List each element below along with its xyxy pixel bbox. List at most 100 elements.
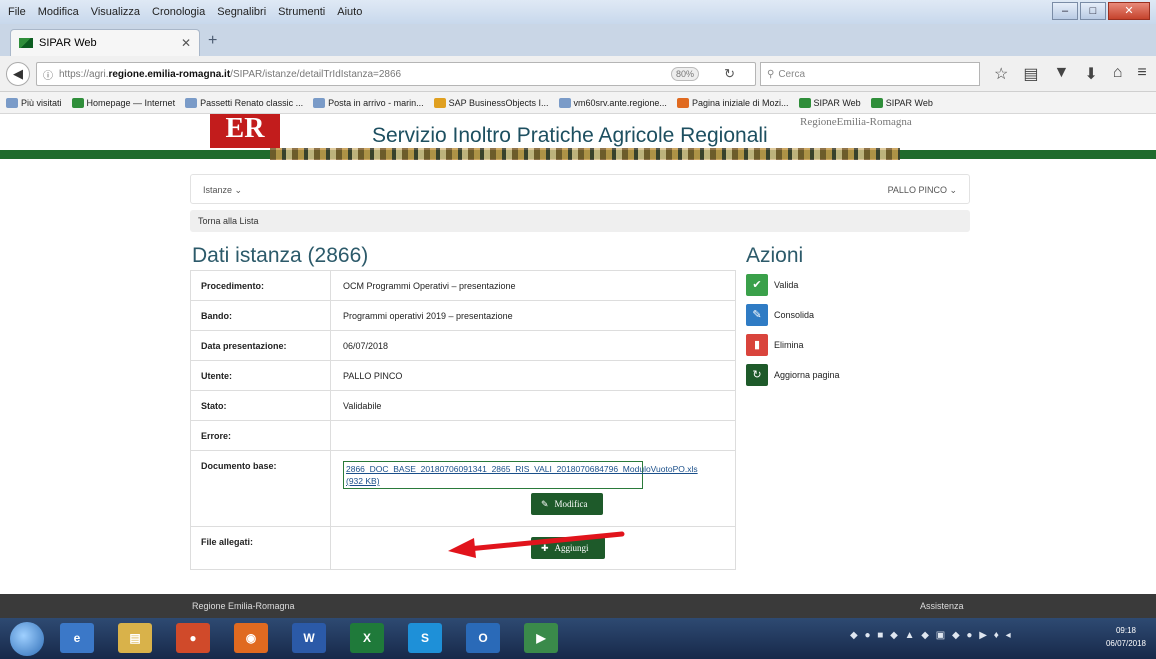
field-label: Stato: — [191, 391, 331, 420]
menu-cronologia[interactable]: Cronologia — [152, 6, 205, 18]
minimize-icon[interactable]: – — [1052, 2, 1078, 20]
tab-sipar-web[interactable]: SIPAR Web ✕ — [10, 29, 200, 56]
page-footer: Regione Emilia-Romagna Assistenza — [0, 594, 1156, 618]
document-link[interactable]: 2866_DOC_BASE_20180706091341_2865_RIS_VA… — [343, 461, 698, 489]
word-icon[interactable]: W — [292, 623, 326, 653]
bookmark-item[interactable]: SIPAR Web — [870, 97, 933, 108]
top-navigation: Istanze ⌄ PALLO PINCO ⌄ — [190, 174, 970, 204]
action-elimina[interactable]: ▮ Elimina — [746, 334, 840, 356]
file-explorer-icon[interactable]: ▤ — [118, 623, 152, 653]
action-consolida[interactable]: ✎ Consolida — [746, 304, 840, 326]
search-input[interactable]: ⚲ Cerca — [760, 62, 980, 86]
tray-icons[interactable]: ◆ ● ■ ◆ ▲ ◆ ▣ ◆ ● ▶ ♦ ◂ — [850, 630, 1013, 641]
menu-bar: File Modifica Visualizza Cronologia Segn… — [0, 0, 1156, 24]
action-aggiorna-pagina[interactable]: ↻ Aggiorna pagina — [746, 364, 840, 386]
user-dropdown[interactable]: PALLO PINCO ⌄ — [888, 185, 957, 196]
excel-icon[interactable]: X — [350, 623, 384, 653]
windows-taskbar: e ▤ ● ◉ W X S O ▶ ◆ ● ■ ◆ ▲ ◆ ▣ ◆ ● ▶ ♦ … — [0, 618, 1156, 659]
action-label: Consolida — [774, 310, 815, 320]
annotation-arrow-icon — [448, 531, 625, 558]
check-icon: ✔ — [746, 274, 768, 296]
details-table: Procedimento: OCM Programmi Operativi – … — [190, 270, 736, 570]
bookmark-item[interactable]: vm60srv.ante.regione... — [558, 97, 667, 108]
chrome-icon[interactable]: ● — [176, 623, 210, 653]
new-tab-icon[interactable]: + — [208, 32, 217, 50]
internet-explorer-icon[interactable]: e — [60, 623, 94, 653]
modifica-button[interactable]: ✎ Modifica — [531, 493, 603, 515]
close-window-icon[interactable]: ✕ — [1108, 2, 1150, 20]
field-value: Programmi operativi 2019 – presentazione — [343, 311, 513, 321]
assistenza-link[interactable]: Assistenza — [920, 601, 964, 611]
modifica-label: Modifica — [554, 499, 588, 509]
bookmark-label: SIPAR Web — [813, 97, 861, 108]
menu-visualizza[interactable]: Visualizza — [91, 6, 140, 18]
bookmark-item[interactable]: Più visitati — [6, 97, 62, 108]
tab-bar: SIPAR Web ✕ + — [0, 24, 1156, 56]
site-header: ER Servizio Inoltro Pratiche Agricole Re… — [0, 114, 1156, 164]
bookmark-item[interactable]: SAP BusinessObjects I... — [433, 97, 549, 108]
bookmark-item[interactable]: SIPAR Web — [798, 97, 861, 108]
back-arrow-icon[interactable]: ◀ — [6, 61, 30, 86]
bookmark-icon — [676, 97, 689, 108]
bookmark-label: Passetti Renato classic ... — [200, 97, 304, 108]
bookmark-item[interactable]: Posta in arrivo - marin... — [313, 97, 424, 108]
outlook-icon[interactable]: O — [466, 623, 500, 653]
bookmark-item[interactable]: Passetti Renato classic ... — [185, 97, 304, 108]
clock-date: 06/07/2018 — [1105, 639, 1146, 648]
trash-icon: ▮ — [746, 334, 768, 356]
table-row: Errore: — [191, 421, 735, 451]
breadcrumb: Torna alla Lista — [190, 210, 970, 232]
clock-time: 09:18 — [1115, 626, 1136, 635]
actions-title: Azioni — [746, 244, 804, 267]
field-label: Documento base: — [191, 451, 331, 526]
close-tab-icon[interactable]: ✕ — [181, 36, 191, 50]
reload-icon[interactable]: ↻ — [724, 66, 735, 82]
menu-segnalibri[interactable]: Segnalibri — [217, 6, 266, 18]
bookmark-item[interactable]: Homepage — Internet — [71, 97, 175, 108]
sipar-favicon-icon — [19, 38, 33, 48]
menu-modifica[interactable]: Modifica — [38, 6, 79, 18]
field-label: File allegati: — [191, 527, 331, 569]
app-icon[interactable]: ▶ — [524, 623, 558, 653]
field-label: Data presentazione: — [191, 331, 331, 360]
bookmark-icon — [558, 97, 571, 108]
istanze-dropdown[interactable]: Istanze ⌄ — [203, 185, 242, 196]
bookmark-item[interactable]: Pagina iniziale di Mozi... — [676, 97, 789, 108]
pocket-icon[interactable]: ▼ — [1053, 64, 1069, 84]
back-to-list-link[interactable]: Torna alla Lista — [198, 216, 259, 226]
bookmarks-bar: Più visitati Homepage — Internet Passett… — [0, 92, 1156, 114]
url-bar[interactable]: ⓘ https://agri. regione.emilia-romagna.it… — [36, 62, 756, 86]
home-icon[interactable]: ⌂ — [1113, 64, 1123, 84]
skype-icon[interactable]: S — [408, 623, 442, 653]
bookmark-icon — [313, 97, 326, 108]
field-label: Bando: — [191, 301, 331, 330]
field-value: OCM Programmi Operativi – presentazione — [343, 281, 516, 291]
maximize-icon[interactable]: □ — [1080, 2, 1106, 20]
pencil-icon: ✎ — [746, 304, 768, 326]
zoom-level[interactable]: 80% — [670, 67, 699, 81]
field-label: Errore: — [191, 421, 331, 450]
clock[interactable]: 09:18 06/07/2018 — [1106, 624, 1146, 650]
field-value: 06/07/2018 — [343, 341, 389, 351]
bookmark-icon — [71, 97, 84, 108]
bookmark-star-icon[interactable]: ☆ — [994, 64, 1008, 84]
footer-region: Regione Emilia-Romagna — [192, 601, 295, 611]
download-icon[interactable]: ⬇ — [1084, 64, 1097, 84]
table-row: Bando: Programmi operativi 2019 – presen… — [191, 301, 735, 331]
library-icon[interactable]: ▤ — [1023, 64, 1038, 84]
firefox-icon[interactable]: ◉ — [234, 623, 268, 653]
menu-strumenti[interactable]: Strumenti — [278, 6, 325, 18]
window-controls: – □ ✕ — [1050, 2, 1150, 20]
table-row: Procedimento: OCM Programmi Operativi – … — [191, 271, 735, 301]
search-icon: ⚲ — [767, 68, 775, 80]
menu-aiuto[interactable]: Aiuto — [337, 6, 362, 18]
action-label: Elimina — [774, 340, 804, 350]
toolbar-icons: ☆ ▤ ▼ ⬇ ⌂ ≡ — [994, 64, 1156, 84]
region-logo: RegioneEmilia-Romagna — [800, 116, 912, 128]
menu-file[interactable]: File — [8, 6, 26, 18]
action-valida[interactable]: ✔ Valida — [746, 274, 840, 296]
menu-icon[interactable]: ≡ — [1137, 64, 1146, 84]
windows-start-icon[interactable] — [10, 622, 44, 656]
info-icon[interactable]: ⓘ — [43, 67, 53, 82]
bookmark-icon — [6, 97, 18, 108]
